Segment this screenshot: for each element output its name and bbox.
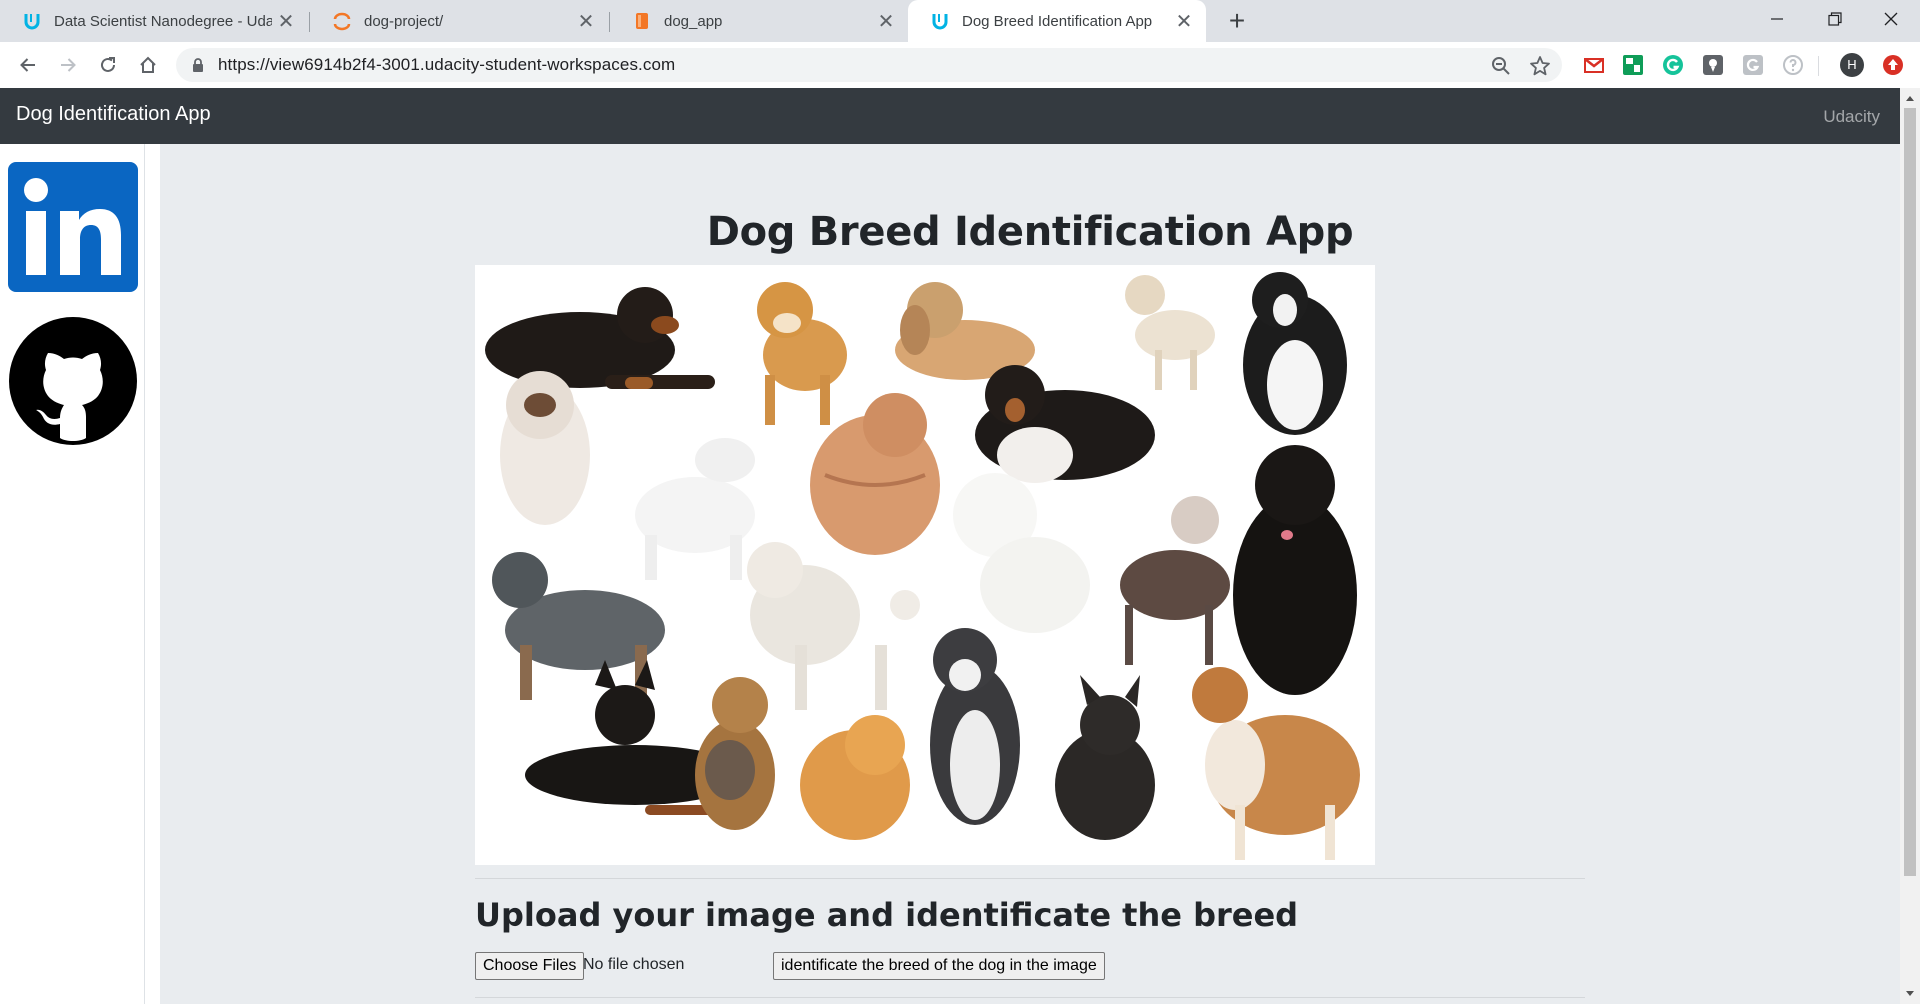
profile-avatar[interactable]: H <box>1840 53 1864 77</box>
choose-files-button[interactable]: Choose Files <box>475 952 585 980</box>
minimize-button[interactable] <box>1748 0 1806 38</box>
jupyter-icon <box>333 12 351 31</box>
restore-button[interactable] <box>1806 0 1864 38</box>
sheets-extension-icon[interactable] <box>1622 54 1644 76</box>
back-button[interactable] <box>12 49 44 81</box>
tab-data-scientist-nanodegree[interactable]: Data Scientist Nanodegree - Uda ✕ <box>0 0 308 42</box>
close-tab-icon[interactable]: ✕ <box>572 9 600 34</box>
bookmark-star-icon[interactable] <box>1529 55 1551 77</box>
reload-icon <box>101 57 115 72</box>
close-tab-icon[interactable]: ✕ <box>1170 9 1198 34</box>
home-icon <box>140 56 156 73</box>
toolbar-separator <box>1818 56 1819 76</box>
udacity-icon <box>932 14 948 30</box>
close-tab-icon[interactable]: ✕ <box>872 9 900 34</box>
update-alert-icon[interactable] <box>1882 54 1904 76</box>
new-tab-button[interactable]: + <box>1220 4 1254 38</box>
page-scrollbar[interactable] <box>1900 88 1920 1004</box>
divider <box>475 997 1585 998</box>
close-tab-icon[interactable]: ✕ <box>272 9 300 34</box>
zoom-out-icon[interactable] <box>1490 55 1512 77</box>
web-page: Dog Identification App Udacity Dog Breed… <box>0 88 1900 1004</box>
divider <box>475 878 1585 879</box>
tab-title: Data Scientist Nanodegree - Uda <box>54 12 272 30</box>
grammarly-icon[interactable] <box>1662 54 1684 76</box>
notebook-icon <box>636 13 648 29</box>
extension-g-icon[interactable] <box>1742 54 1764 76</box>
tab-title: dog-project/ <box>364 12 444 30</box>
forward-button[interactable] <box>52 49 84 81</box>
identify-breed-button[interactable]: identificate the breed of the dog in the… <box>773 952 1105 980</box>
dog-breeds-collage-image <box>475 265 1375 865</box>
extension-pin-icon[interactable] <box>1702 54 1724 76</box>
close-window-button[interactable] <box>1862 0 1920 38</box>
navbar: Dog Identification App Udacity <box>0 88 1900 144</box>
browser-toolbar: https://view6914b2f4-3001.udacity-studen… <box>0 42 1920 89</box>
home-button[interactable] <box>132 49 164 81</box>
sidebar <box>0 144 145 1004</box>
file-status-text: No file chosen <box>583 956 685 973</box>
udacity-link[interactable]: Udacity <box>1823 107 1880 127</box>
tab-dog-project[interactable]: dog-project/ ✕ <box>310 0 608 42</box>
minimize-icon <box>1771 18 1783 20</box>
address-bar[interactable]: https://view6914b2f4-3001.udacity-studen… <box>176 48 1562 82</box>
tab-title: Dog Breed Identification App <box>962 12 1153 30</box>
url-text[interactable]: https://view6914b2f4-3001.udacity-studen… <box>218 55 675 75</box>
udacity-icon <box>24 14 40 30</box>
restore-icon <box>1828 12 1842 26</box>
tab-dog-breed-identification-app[interactable]: Dog Breed Identification App ✕ <box>908 0 1206 42</box>
main-content: Dog Breed Identification App Upload your… <box>160 144 1900 1004</box>
tab-title: dog_app <box>664 12 723 30</box>
upload-heading: Upload your image and identificate the b… <box>475 896 1299 934</box>
scroll-up-arrow-icon[interactable] <box>1900 90 1920 106</box>
arrow-right-icon <box>61 58 76 72</box>
lock-icon <box>193 58 203 72</box>
page-title: Dog Breed Identification App <box>706 209 1354 255</box>
scrollbar-thumb[interactable] <box>1904 108 1916 876</box>
close-icon <box>1884 12 1898 26</box>
linkedin-icon[interactable] <box>8 162 138 292</box>
tab-strip: Data Scientist Nanodegree - Uda ✕ dog-pr… <box>0 0 1920 42</box>
reload-button[interactable] <box>92 49 124 81</box>
help-icon[interactable] <box>1782 54 1804 76</box>
navbar-brand[interactable]: Dog Identification App <box>16 103 211 126</box>
arrow-left-icon <box>20 58 35 72</box>
tab-dog-app[interactable]: dog_app ✕ <box>610 0 908 42</box>
scroll-down-arrow-icon[interactable] <box>1900 986 1920 1002</box>
github-icon[interactable] <box>8 316 138 446</box>
gmail-icon[interactable] <box>1583 54 1605 76</box>
